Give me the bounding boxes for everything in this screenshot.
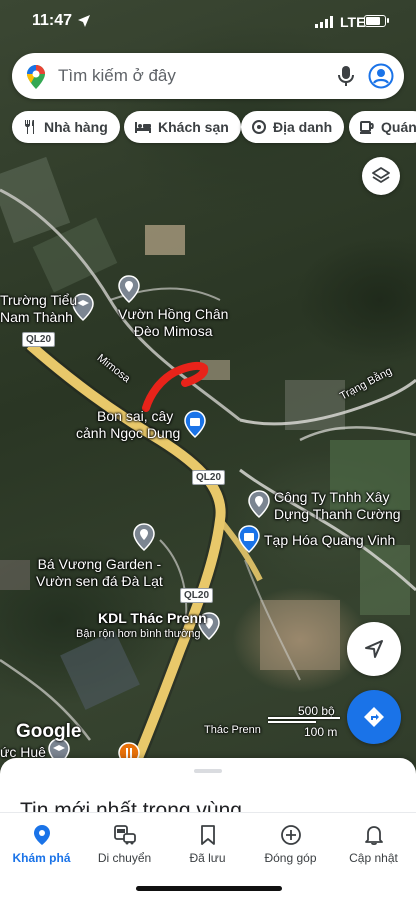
map-label-line: Bon sai, cây: [97, 408, 174, 424]
place-pin-icon[interactable]: [248, 490, 270, 518]
map-label-waterfall-small: Thác Prenn: [204, 724, 261, 736]
google-logo: Google: [16, 721, 82, 742]
tab-label: Khám phá: [12, 851, 71, 865]
road-shield-ql20: QL20: [192, 470, 226, 485]
place-pin-icon[interactable]: [118, 275, 140, 303]
carrier-label: LTE: [340, 14, 366, 30]
map-label-bonsai: Bon sai, cây cảnh Ngọc Dung: [76, 408, 180, 442]
road-shield-ql20: QL20: [22, 332, 56, 347]
account-icon[interactable]: [368, 63, 394, 89]
add-circle-icon: [280, 825, 301, 845]
map-label-line: Đèo Mimosa: [133, 323, 213, 339]
map-label-line: Bá Vương Garden -: [37, 556, 162, 572]
google-maps-pin-icon: [27, 65, 45, 89]
landmark-icon: [252, 120, 266, 134]
map-label-line: Trường Tiểu: [0, 292, 78, 308]
place-pin-icon[interactable]: [133, 523, 155, 551]
shopping-pin-icon[interactable]: [238, 525, 260, 553]
search-bar[interactable]: Tìm kiếm ở đây: [12, 53, 404, 99]
directions-icon: [364, 707, 384, 727]
tab-label: Cập nhật: [349, 851, 398, 865]
location-arrow-icon: [78, 15, 90, 27]
tab-saved[interactable]: Đã lưu: [166, 823, 249, 865]
search-input[interactable]: Tìm kiếm ở đây: [58, 66, 176, 86]
navigation-arrow-icon: [365, 640, 383, 658]
scale-bar: [268, 717, 340, 719]
microphone-icon[interactable]: [336, 65, 356, 87]
tab-label: Di chuyển: [97, 851, 152, 865]
chip-hotels[interactable]: Khách sạn: [124, 111, 241, 143]
tab-commute[interactable]: Di chuyển: [83, 823, 166, 865]
chip-label: Khách sạn: [158, 119, 229, 135]
my-location-button[interactable]: [347, 622, 401, 676]
map-label-grocery: Tạp Hóa Quang Vinh: [264, 532, 396, 548]
map-label-school: Trường Tiểu Nam Thành: [0, 292, 77, 326]
map-label-line: Công Ty Tnhh Xây: [274, 489, 390, 505]
bookmark-icon: [200, 825, 215, 845]
sheet-drag-handle[interactable]: [194, 769, 222, 773]
bell-icon: [364, 826, 383, 846]
scale-meters: 100 m: [304, 725, 338, 739]
fork-knife-icon: [25, 120, 34, 134]
coffee-cup-icon: [360, 121, 374, 134]
scale-feet: 500 bộ: [298, 704, 335, 718]
battery-icon: [364, 15, 386, 27]
tab-label: Đóng góp: [264, 851, 317, 865]
tab-explore[interactable]: Khám phá: [0, 823, 83, 865]
commute-icon: [113, 825, 136, 845]
map-label-line: Nam Thành: [0, 309, 73, 325]
layers-icon: [372, 167, 390, 183]
tab-updates[interactable]: Cập nhật: [332, 823, 415, 865]
chip-label: Địa danh: [273, 119, 333, 135]
map-label-company: Công Ty Tnhh Xây Dựng Thanh Cường: [274, 489, 401, 523]
map-layers-button[interactable]: [362, 157, 400, 195]
map-label-line: Dựng Thanh Cường: [274, 506, 401, 522]
tab-label: Đã lưu: [189, 851, 226, 865]
cellular-signal-icon: [315, 16, 333, 28]
home-indicator: [136, 886, 282, 891]
chip-label: Nhà hàng: [44, 119, 108, 135]
bed-icon: [135, 122, 151, 133]
map-label-bavuong: Bá Vương Garden - Vườn sen đá Đà Lạt: [36, 556, 163, 590]
status-bar: 11:47 LTE: [0, 0, 416, 44]
battery-tip: [387, 18, 389, 23]
map-label-busy-status: Bận rộn hơn bình thường: [76, 628, 201, 640]
chip-landmarks[interactable]: Địa danh: [241, 111, 345, 143]
chip-cafes[interactable]: Quán: [349, 111, 416, 143]
scale-bar: [268, 721, 316, 723]
map-label-line: Vườn sen đá Đà Lạt: [36, 573, 163, 589]
shopping-pin-icon[interactable]: [184, 410, 206, 438]
tab-contribute[interactable]: Đóng góp: [249, 823, 332, 865]
map-label-garden: Vườn Hồng Chân Đèo Mimosa: [118, 306, 228, 340]
road-shield-ql20: QL20: [180, 588, 214, 603]
explore-pin-icon: [33, 825, 50, 845]
chip-label: Quán: [381, 119, 416, 135]
map-label-waterfall: KDL Thác Prenn: [98, 610, 207, 626]
directions-button[interactable]: [347, 690, 401, 744]
map-label-line: cảnh Ngọc Dung: [76, 425, 181, 441]
chip-restaurants[interactable]: Nhà hàng: [12, 111, 120, 143]
map-label-line: Vườn Hồng Chân: [118, 306, 229, 322]
status-time: 11:47: [32, 12, 73, 29]
